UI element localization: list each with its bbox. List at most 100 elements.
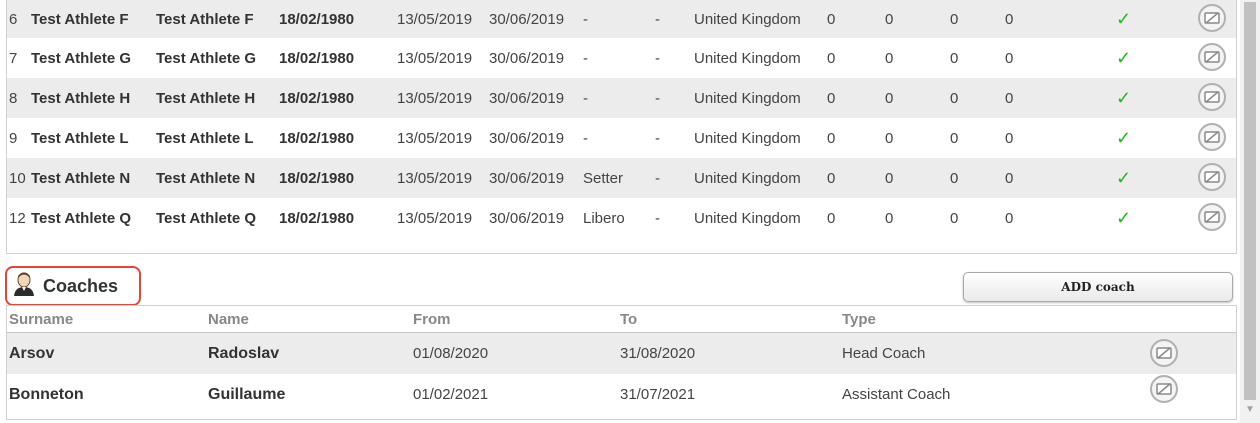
coach-name: Radoslav bbox=[208, 344, 280, 362]
athlete-count-3: 0 bbox=[950, 169, 959, 187]
delete-icon[interactable] bbox=[1198, 43, 1226, 71]
athlete-to: 30/06/2019 bbox=[489, 169, 565, 187]
coaches-section-title: Coaches bbox=[5, 266, 141, 306]
athlete-count-1: 0 bbox=[827, 89, 836, 107]
athlete-count-3: 0 bbox=[950, 10, 959, 28]
athlete-from: 13/05/2019 bbox=[397, 209, 473, 227]
table-row: 6 Test Athlete F Test Athlete F 18/02/19… bbox=[7, 0, 1236, 38]
column-header-to: To bbox=[620, 310, 638, 328]
table-row: 12 Test Athlete Q Test Athlete Q 18/02/1… bbox=[7, 198, 1236, 238]
page-scrollbar[interactable]: ▼ bbox=[1240, 0, 1260, 423]
coach-to: 31/07/2021 bbox=[620, 386, 696, 403]
athlete-count-2: 0 bbox=[885, 129, 894, 147]
athlete-country: United Kingdom bbox=[694, 169, 801, 187]
athlete-from: 13/05/2019 bbox=[397, 89, 473, 107]
athlete-surname: Test Athlete H bbox=[31, 89, 131, 107]
table-row: 8 Test Athlete H Test Athlete H 18/02/19… bbox=[7, 78, 1236, 118]
athlete-dash: - bbox=[655, 89, 660, 107]
athlete-count-4: 0 bbox=[1005, 209, 1014, 227]
athlete-count-2: 0 bbox=[885, 49, 894, 67]
athlete-to: 30/06/2019 bbox=[489, 209, 565, 227]
coach-avatar-icon bbox=[13, 272, 35, 300]
athlete-surname: Test Athlete L bbox=[31, 129, 129, 147]
athlete-dob: 18/02/1980 bbox=[279, 49, 355, 67]
athlete-number: 7 bbox=[9, 49, 18, 67]
column-header-type: Type bbox=[842, 310, 876, 328]
athlete-from: 13/05/2019 bbox=[397, 49, 473, 67]
athlete-number: 10 bbox=[9, 169, 26, 187]
delete-icon[interactable] bbox=[1198, 203, 1226, 231]
athlete-surname: Test Athlete N bbox=[31, 169, 131, 187]
athlete-name: Test Athlete N bbox=[156, 169, 256, 187]
check-icon: ✓ bbox=[1116, 8, 1132, 29]
athlete-dob: 18/02/1980 bbox=[279, 209, 355, 227]
athlete-dob: 18/02/1980 bbox=[279, 169, 355, 187]
athlete-to: 30/06/2019 bbox=[489, 49, 565, 67]
check-icon: ✓ bbox=[1116, 47, 1132, 68]
athlete-country: United Kingdom bbox=[694, 129, 801, 147]
athlete-position: - bbox=[583, 10, 588, 28]
delete-icon[interactable] bbox=[1150, 375, 1178, 403]
coach-type: Assistant Coach bbox=[842, 386, 951, 403]
athlete-position: - bbox=[583, 49, 588, 67]
athlete-surname: Test Athlete Q bbox=[31, 209, 132, 227]
add-coach-button[interactable]: ADD coach bbox=[963, 272, 1233, 302]
athlete-count-1: 0 bbox=[827, 169, 836, 187]
athlete-country: United Kingdom bbox=[694, 89, 801, 107]
athlete-count-3: 0 bbox=[950, 129, 959, 147]
athlete-to: 30/06/2019 bbox=[489, 129, 565, 147]
coach-from: 01/02/2021 bbox=[413, 386, 489, 403]
athlete-count-3: 0 bbox=[950, 89, 959, 107]
athlete-count-3: 0 bbox=[950, 209, 959, 227]
delete-icon[interactable] bbox=[1198, 123, 1226, 151]
delete-icon[interactable] bbox=[1198, 4, 1226, 32]
athlete-position: - bbox=[583, 129, 588, 147]
coach-from: 01/08/2020 bbox=[413, 345, 489, 362]
athlete-to: 30/06/2019 bbox=[489, 10, 565, 28]
athlete-dash: - bbox=[655, 49, 660, 67]
athlete-dob: 18/02/1980 bbox=[279, 10, 355, 28]
table-row: 7 Test Athlete G Test Athlete G 18/02/19… bbox=[7, 38, 1236, 78]
delete-icon[interactable] bbox=[1198, 83, 1226, 111]
column-header-from: From bbox=[413, 310, 451, 328]
athlete-count-3: 0 bbox=[950, 49, 959, 67]
athlete-from: 13/05/2019 bbox=[397, 129, 473, 147]
athlete-count-4: 0 bbox=[1005, 10, 1014, 28]
column-header-name: Name bbox=[208, 310, 249, 328]
coach-type: Head Coach bbox=[842, 345, 926, 362]
athlete-count-2: 0 bbox=[885, 209, 894, 227]
athlete-number: 9 bbox=[9, 129, 18, 147]
check-icon: ✓ bbox=[1116, 127, 1132, 148]
athlete-count-1: 0 bbox=[827, 209, 836, 227]
athlete-to: 30/06/2019 bbox=[489, 89, 565, 107]
column-header-surname: Surname bbox=[9, 310, 74, 328]
table-row: Bonneton Guillaume 01/02/2021 31/07/2021… bbox=[7, 374, 1236, 415]
table-row: Arsov Radoslav 01/08/2020 31/08/2020 Hea… bbox=[7, 333, 1236, 374]
coach-to: 31/08/2020 bbox=[620, 345, 696, 362]
coach-name: Guillaume bbox=[208, 385, 286, 403]
athlete-count-4: 0 bbox=[1005, 129, 1014, 147]
table-row: 10 Test Athlete N Test Athlete N 18/02/1… bbox=[7, 158, 1236, 198]
coaches-table: Surname Name From To Type Arsov Radoslav… bbox=[6, 305, 1237, 420]
athlete-number: 12 bbox=[9, 209, 26, 227]
check-icon: ✓ bbox=[1116, 87, 1132, 108]
athlete-from: 13/05/2019 bbox=[397, 10, 473, 28]
coach-surname: Bonneton bbox=[9, 385, 84, 403]
athlete-name: Test Athlete H bbox=[156, 89, 256, 107]
athlete-number: 8 bbox=[9, 89, 18, 107]
coach-surname: Arsov bbox=[9, 344, 55, 362]
athlete-dash: - bbox=[655, 10, 660, 28]
delete-icon[interactable] bbox=[1198, 163, 1226, 191]
athlete-name: Test Athlete L bbox=[156, 129, 254, 147]
table-row: 9 Test Athlete L Test Athlete L 18/02/19… bbox=[7, 118, 1236, 158]
scroll-down-arrow-icon[interactable]: ▼ bbox=[1245, 404, 1255, 415]
athlete-dob: 18/02/1980 bbox=[279, 129, 355, 147]
athlete-name: Test Athlete F bbox=[156, 10, 254, 28]
delete-icon[interactable] bbox=[1150, 339, 1178, 367]
athlete-position: Setter bbox=[583, 169, 624, 187]
coaches-table-header: Surname Name From To Type bbox=[7, 306, 1236, 333]
athlete-country: United Kingdom bbox=[694, 49, 801, 67]
athlete-position: Libero bbox=[583, 209, 625, 227]
athlete-dash: - bbox=[655, 169, 660, 187]
scrollbar-thumb[interactable] bbox=[1244, 2, 1256, 400]
